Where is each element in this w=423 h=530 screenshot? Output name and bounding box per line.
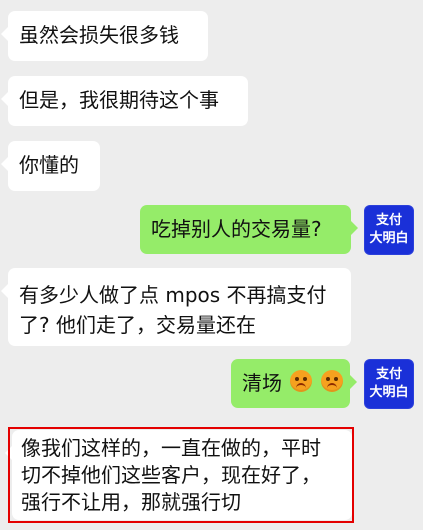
message-line: 了? 他们走了，交易量还在: [19, 313, 256, 337]
self-avatar[interactable]: 支付 大明白: [364, 359, 414, 409]
angry-face-icon: [290, 370, 313, 392]
message-line: 切不掉他们这些客户，现在好了，: [21, 463, 321, 487]
message-text-label: 清场: [242, 371, 282, 395]
incoming-message[interactable]: 像我们这样的，一直在做的，平时 切不掉他们这些客户，现在好了， 强行不让用，那就…: [5, 430, 352, 520]
outgoing-message[interactable]: 清场: [231, 359, 357, 408]
message-line: 强行不让用，那就强行切: [21, 490, 241, 514]
angry-face-icon: [320, 370, 343, 392]
incoming-message[interactable]: 有多少人做了点 mpos 不再搞支付 了? 他们走了，交易量还在: [1, 268, 351, 346]
message-line: 像我们这样的，一直在做的，平时: [21, 436, 321, 460]
message-text: 你懂的: [19, 153, 79, 177]
incoming-message[interactable]: 但是，我很期待这个事: [1, 76, 248, 126]
message-text: 但是，我很期待这个事: [19, 88, 219, 112]
incoming-message[interactable]: 你懂的: [1, 141, 100, 191]
avatar-line-2: 大明白: [369, 231, 409, 246]
message-text: 清场: [242, 368, 343, 398]
message-line: 有多少人做了点 mpos 不再搞支付: [19, 283, 327, 307]
message-text: 虽然会损失很多钱: [19, 23, 179, 47]
incoming-message[interactable]: 虽然会损失很多钱: [1, 11, 208, 61]
message-text: 吃掉别人的交易量?: [151, 217, 322, 241]
avatar-line-2: 大明白: [369, 385, 409, 400]
avatar-line-1: 支付: [375, 213, 402, 228]
self-avatar[interactable]: 支付 大明白: [364, 205, 414, 255]
avatar-line-1: 支付: [375, 367, 402, 382]
outgoing-message[interactable]: 吃掉别人的交易量?: [140, 205, 358, 254]
